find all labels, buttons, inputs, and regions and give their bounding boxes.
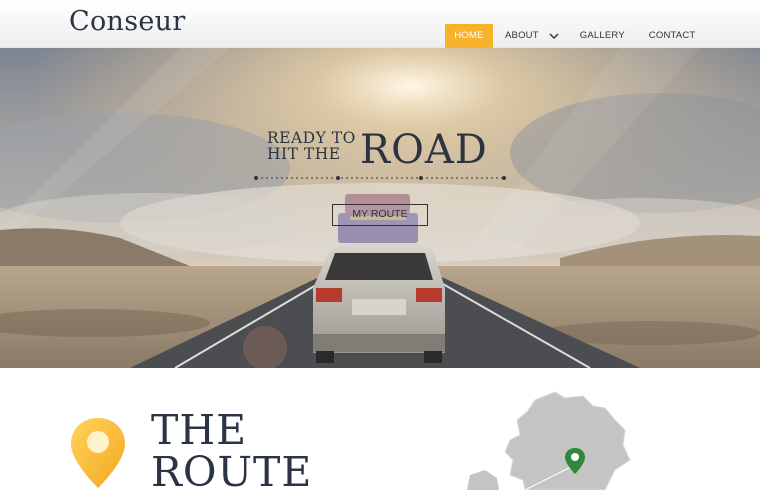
route-heading: THE ROUTE bbox=[151, 409, 312, 490]
site-logo[interactable]: Conseur bbox=[69, 6, 186, 37]
site-header: Conseur HOME ABOUT GALLERY CONTACT bbox=[0, 0, 760, 48]
hero-title-road: ROAD bbox=[360, 127, 488, 173]
route-heading-line2: ROUTE bbox=[151, 448, 313, 490]
decorative-dotted-divider bbox=[254, 176, 506, 180]
hero-title-line1: READY TO bbox=[267, 129, 356, 147]
hero-title-line2: HIT THE bbox=[267, 145, 341, 163]
nav-about[interactable]: ABOUT bbox=[505, 24, 560, 48]
hero-title: READY TO HIT THE ROAD bbox=[267, 129, 487, 170]
chevron-down-icon[interactable] bbox=[548, 30, 560, 42]
hero-banner: READY TO HIT THE ROAD MY ROUTE bbox=[0, 48, 760, 368]
route-heading-line1: THE bbox=[151, 406, 248, 454]
location-pin-icon bbox=[71, 418, 125, 488]
nav-home[interactable]: HOME bbox=[445, 24, 493, 48]
route-map[interactable] bbox=[465, 390, 645, 490]
nav-gallery[interactable]: GALLERY bbox=[580, 24, 625, 48]
route-section: THE ROUTE bbox=[0, 368, 760, 490]
nav-about-label: ABOUT bbox=[505, 30, 539, 41]
main-nav: HOME ABOUT GALLERY CONTACT bbox=[445, 24, 695, 48]
nav-contact[interactable]: CONTACT bbox=[649, 24, 696, 48]
my-route-button[interactable]: MY ROUTE bbox=[332, 204, 428, 226]
